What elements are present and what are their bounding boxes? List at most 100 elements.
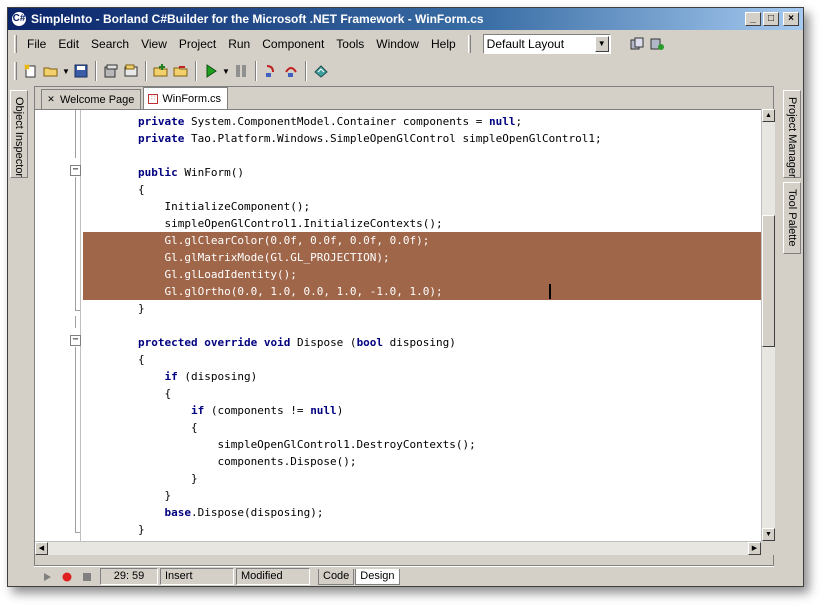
fold-end-mark [75, 532, 80, 533]
menu-window[interactable]: Window [370, 34, 425, 54]
menu-edit[interactable]: Edit [52, 34, 85, 54]
vertical-scrollbar[interactable]: ▲ ▼ [761, 109, 775, 541]
scroll-left-icon[interactable]: ◀ [35, 542, 48, 555]
code-lines: private System.ComponentModel.Container … [83, 113, 761, 538]
fold-collapse-icon[interactable]: − [70, 335, 81, 346]
new-items-icon[interactable] [21, 61, 41, 81]
code-line[interactable]: private System.ComponentModel.Container … [85, 113, 761, 130]
maximize-button[interactable]: □ [763, 12, 779, 26]
status-bar: 29: 59 Insert Modified Code Design [34, 566, 774, 586]
breakpoint-gutter[interactable] [35, 110, 57, 541]
code-keyword: protected [137, 336, 198, 349]
code-line[interactable]: if (disposing) [85, 368, 761, 385]
save-icon[interactable] [71, 61, 91, 81]
remove-file-icon[interactable] [171, 61, 191, 81]
scroll-down-icon[interactable]: ▼ [762, 528, 775, 541]
fold-collapse-icon[interactable]: − [70, 165, 81, 176]
toolbar-separator [255, 61, 257, 81]
code-text: Gl.glClearColor(0.0f, 0.0f, 0.0f, 0.0f); [85, 234, 430, 247]
code-line[interactable]: } [85, 521, 761, 538]
menu-run[interactable]: Run [222, 34, 256, 54]
code-line[interactable]: Gl.glOrtho(0.0, 1.0, 0.0, 1.0, -1.0, 1.0… [83, 283, 761, 300]
title-bar[interactable]: C# SimpleInto - Borland C#Builder for th… [8, 8, 803, 30]
open-icon[interactable] [41, 61, 61, 81]
tab-winform-cs[interactable]: ∷ WinForm.cs [143, 87, 229, 109]
menu-search[interactable]: Search [85, 34, 135, 54]
code-line[interactable]: Gl.glClearColor(0.0f, 0.0f, 0.0f, 0.0f); [83, 232, 761, 249]
object-inspector-tab[interactable]: Object Inspector [10, 90, 28, 178]
vertical-scroll-thumb[interactable] [762, 215, 775, 347]
code-line[interactable]: { [85, 419, 761, 436]
tab-code-view[interactable]: Code [318, 568, 355, 585]
code-line[interactable]: private Tao.Platform.Windows.SimpleOpenG… [85, 130, 761, 147]
code-line[interactable] [85, 147, 761, 164]
minimize-button[interactable]: _ [745, 12, 761, 26]
scroll-up-icon[interactable]: ▲ [762, 109, 775, 122]
window-title: SimpleInto - Borland C#Builder for the M… [31, 12, 484, 26]
menu-tools[interactable]: Tools [330, 34, 370, 54]
save-all-icon[interactable] [101, 61, 121, 81]
close-x-icon[interactable]: ✕ [46, 94, 56, 105]
main-toolbar: ▼ ▼ [8, 58, 803, 84]
horizontal-scrollbar[interactable]: ◀ ▶ [35, 541, 761, 555]
code-line[interactable]: Gl.glMatrixMode(Gl.GL_PROJECTION); [83, 249, 761, 266]
add-file-icon[interactable] [151, 61, 171, 81]
menu-grip[interactable] [14, 35, 17, 53]
stop-icon[interactable] [80, 570, 94, 584]
tab-label: WinForm.cs [162, 92, 222, 105]
set-debug-desktop-icon[interactable] [647, 34, 667, 54]
code-line[interactable]: { [85, 181, 761, 198]
code-line[interactable]: public WinForm() [85, 164, 761, 181]
chevron-down-icon[interactable]: ▼ [594, 36, 609, 52]
help-icon[interactable] [311, 61, 331, 81]
breakpoint-icon[interactable] [60, 570, 74, 584]
form-file-icon: ∷ [148, 93, 159, 104]
menu-component[interactable]: Component [256, 34, 330, 54]
run-icon[interactable] [40, 570, 54, 584]
menu-view[interactable]: View [135, 34, 173, 54]
menu-help[interactable]: Help [425, 34, 462, 54]
code-line[interactable]: protected override void Dispose (bool di… [85, 334, 761, 351]
run-dropdown-icon[interactable]: ▼ [221, 61, 231, 81]
tab-design-view[interactable]: Design [355, 568, 400, 585]
code-keyword: private [137, 132, 185, 145]
code-line[interactable]: simpleOpenGlControl1.InitializeContexts(… [85, 215, 761, 232]
code-line[interactable]: base.Dispose(disposing); [85, 504, 761, 521]
code-line[interactable]: if (components != null) [85, 402, 761, 419]
left-dock-rail: Object Inspector [8, 88, 30, 178]
code-line[interactable] [85, 317, 761, 334]
menu-file[interactable]: File [21, 34, 52, 54]
code-line[interactable]: } [85, 300, 761, 317]
open-project-icon[interactable] [121, 61, 141, 81]
code-line[interactable]: } [85, 487, 761, 504]
tab-welcome-page[interactable]: ✕ Welcome Page [41, 89, 142, 109]
code-line[interactable]: } [85, 470, 761, 487]
menu-project[interactable]: Project [173, 34, 222, 54]
fold-end-mark [75, 310, 80, 311]
save-desktop-icon[interactable] [627, 34, 647, 54]
code-text: (disposing) [177, 370, 258, 383]
step-over-icon[interactable] [281, 61, 301, 81]
code-text-area[interactable]: − − private System.ComponentModel.Contai… [35, 109, 761, 541]
toolbar-grip[interactable] [14, 62, 17, 80]
open-dropdown-icon[interactable]: ▼ [61, 61, 71, 81]
layout-grip[interactable] [467, 35, 471, 53]
code-line[interactable]: components.Dispose(); [85, 453, 761, 470]
layout-select[interactable]: Default Layout ▼ [482, 34, 611, 54]
project-manager-tab[interactable]: Project Manager [783, 90, 801, 178]
code-line[interactable]: { [85, 351, 761, 368]
code-text: (components != [204, 404, 311, 417]
pause-icon[interactable] [231, 61, 251, 81]
trace-into-icon[interactable] [261, 61, 281, 81]
code-line[interactable]: simpleOpenGlControl1.DestroyContexts(); [85, 436, 761, 453]
scroll-right-icon[interactable]: ▶ [748, 542, 761, 555]
code-line[interactable]: { [85, 385, 761, 402]
close-button[interactable]: × [783, 12, 799, 26]
run-icon[interactable] [201, 61, 221, 81]
code-line[interactable]: Gl.glLoadIdentity(); [83, 266, 761, 283]
tool-palette-tab[interactable]: Tool Palette [783, 182, 801, 254]
code-line[interactable]: InitializeComponent(); [85, 198, 761, 215]
